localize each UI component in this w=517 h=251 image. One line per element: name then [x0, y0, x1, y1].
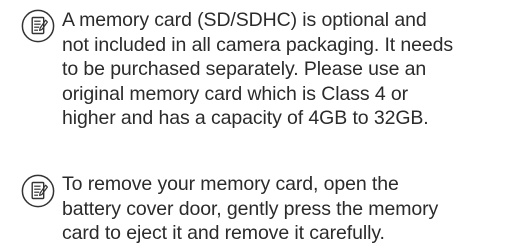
note-line: To remove your memory card, open the: [62, 173, 399, 195]
note-line: original memory card which is Class 4 or: [62, 82, 409, 105]
note-line: A memory card (SD/SDHC) is optional and: [62, 9, 427, 31]
note-line: battery cover door, gently press the mem…: [62, 197, 439, 220]
note-line: to be purchased separately. Please use a…: [62, 58, 427, 81]
note-pad-icon: [21, 174, 55, 208]
note-text: A memory card (SD/SDHC) is optional and …: [62, 8, 514, 131]
note-line: card to eject it and remove it carefully…: [62, 222, 385, 245]
note-pad-icon: [21, 9, 55, 43]
note-line: not included in all camera packaging. It…: [62, 33, 454, 56]
note-line: higher and has a capacity of 4GB to 32GB…: [62, 107, 429, 130]
note-text: To remove your memory card, open the bat…: [62, 172, 514, 246]
